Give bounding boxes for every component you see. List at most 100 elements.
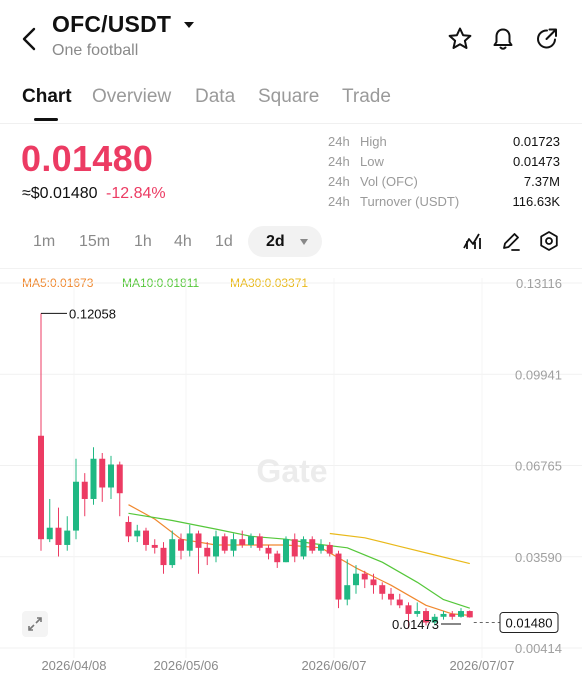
tab-overview[interactable]: Overview (92, 86, 171, 108)
x-tick-label: 2026/04/08 (41, 658, 106, 673)
candle-body (344, 585, 351, 600)
interval-1d[interactable]: 1d (215, 233, 233, 251)
x-axis: 2026/04/08 2026/05/06 2026/06/07 2026/07/07 (41, 658, 514, 673)
candle (151, 539, 158, 554)
price-chart[interactable]: Gate 0.13116 0.09941 0.06765 0.03590 0.00414… (0, 270, 582, 680)
last-price: 0.01480 (21, 138, 154, 179)
candle-body (274, 553, 281, 563)
y-tick-label: 0.13116 (516, 276, 562, 291)
candle (99, 453, 106, 502)
candle (221, 533, 228, 554)
interval-1m[interactable]: 1m (33, 233, 55, 251)
candle-body (361, 573, 368, 580)
fullscreen-button[interactable] (22, 611, 48, 637)
interval-15m[interactable]: 15m (79, 233, 110, 251)
y-tick-label: 0.06765 (515, 459, 562, 474)
tab-trade[interactable]: Trade (342, 86, 391, 108)
candle-body (265, 547, 272, 554)
candle-body (64, 530, 71, 545)
tab-square[interactable]: Square (258, 86, 319, 108)
candle (169, 530, 176, 568)
candle-body (134, 530, 141, 537)
candle (414, 602, 421, 617)
indicator-icon[interactable] (462, 230, 484, 252)
interval-4h[interactable]: 4h (174, 233, 192, 251)
candle (388, 588, 394, 606)
candle-body (353, 573, 359, 586)
top-bar: OFC/USDT One football (0, 0, 582, 74)
stat-turnover: 24h Turnover (USDT) 116.63K (328, 194, 560, 214)
stat-value: 0.01473 (513, 154, 560, 169)
candle-body (335, 553, 342, 600)
draw-pen-icon[interactable] (500, 230, 522, 252)
candle (143, 527, 149, 551)
star-icon[interactable] (447, 26, 473, 52)
main-tabs: Chart Overview Data Square Trade (0, 80, 582, 124)
candle (38, 313, 44, 551)
candle (370, 573, 377, 594)
candle-body (186, 533, 193, 551)
candle (449, 611, 456, 620)
pair-title[interactable]: OFC/USDT (52, 11, 171, 38)
candle-body (116, 464, 123, 494)
interval-1h[interactable]: 1h (134, 233, 152, 251)
candle-body (318, 544, 324, 551)
x-tick-label: 2026/06/07 (301, 658, 366, 673)
candle-body (379, 585, 386, 594)
candle-body (90, 458, 97, 499)
candle-body (466, 611, 473, 618)
candle (64, 516, 71, 551)
candle-body (46, 527, 53, 540)
interval-dropdown[interactable]: 2d (248, 226, 322, 257)
candle (335, 550, 342, 609)
stat-low: 24h Low 0.01473 (328, 154, 560, 174)
stat-period: 24h (328, 174, 350, 189)
candle (379, 582, 386, 600)
candle-body (151, 544, 158, 548)
candle-body (449, 613, 456, 617)
stat-label: High (360, 134, 387, 149)
candle (90, 447, 97, 505)
candle (195, 530, 202, 574)
candle (81, 473, 88, 517)
active-tab-indicator (34, 118, 58, 121)
candle-body (309, 539, 316, 551)
candle-body (440, 613, 447, 617)
stat-label: Low (360, 154, 384, 169)
candle-body (125, 521, 132, 537)
stats-24h: 24h High 0.01723 24h Low 0.01473 24h Vol… (328, 134, 560, 214)
stat-period: 24h (328, 154, 350, 169)
candle-body (204, 547, 211, 557)
x-tick-label: 2026/05/06 (153, 658, 218, 673)
divider (0, 268, 582, 269)
tab-data[interactable]: Data (195, 86, 235, 108)
y-tick-label: 0.00414 (515, 641, 562, 656)
tab-chart[interactable]: Chart (22, 86, 72, 108)
candle-body (283, 539, 289, 563)
price-change: -12.84% (106, 185, 166, 202)
stat-value: 0.01723 (513, 134, 560, 149)
back-arrow-icon[interactable] (18, 24, 42, 54)
caret-down-icon (300, 239, 308, 245)
candle-body (396, 599, 403, 606)
candle (300, 536, 307, 560)
share-icon[interactable] (534, 26, 560, 52)
candle-body (213, 536, 219, 557)
active-interval-label: 2d (266, 233, 285, 250)
candle-body (38, 435, 44, 540)
caret-down-icon[interactable] (182, 19, 196, 31)
candle (318, 539, 324, 554)
last-price-tag-label: 0.01480 (506, 616, 553, 631)
candle (46, 498, 53, 543)
high-marker-label: 0.12058 (69, 306, 116, 321)
candle (108, 455, 114, 499)
candle-body (405, 605, 412, 614)
stat-period: 24h (328, 194, 350, 209)
candle (160, 542, 167, 574)
candle-body (326, 544, 333, 554)
candle (344, 559, 351, 606)
settings-icon[interactable] (538, 230, 560, 252)
bell-icon[interactable] (490, 26, 516, 52)
y-tick-label: 0.03590 (515, 550, 562, 565)
candle (116, 461, 123, 517)
